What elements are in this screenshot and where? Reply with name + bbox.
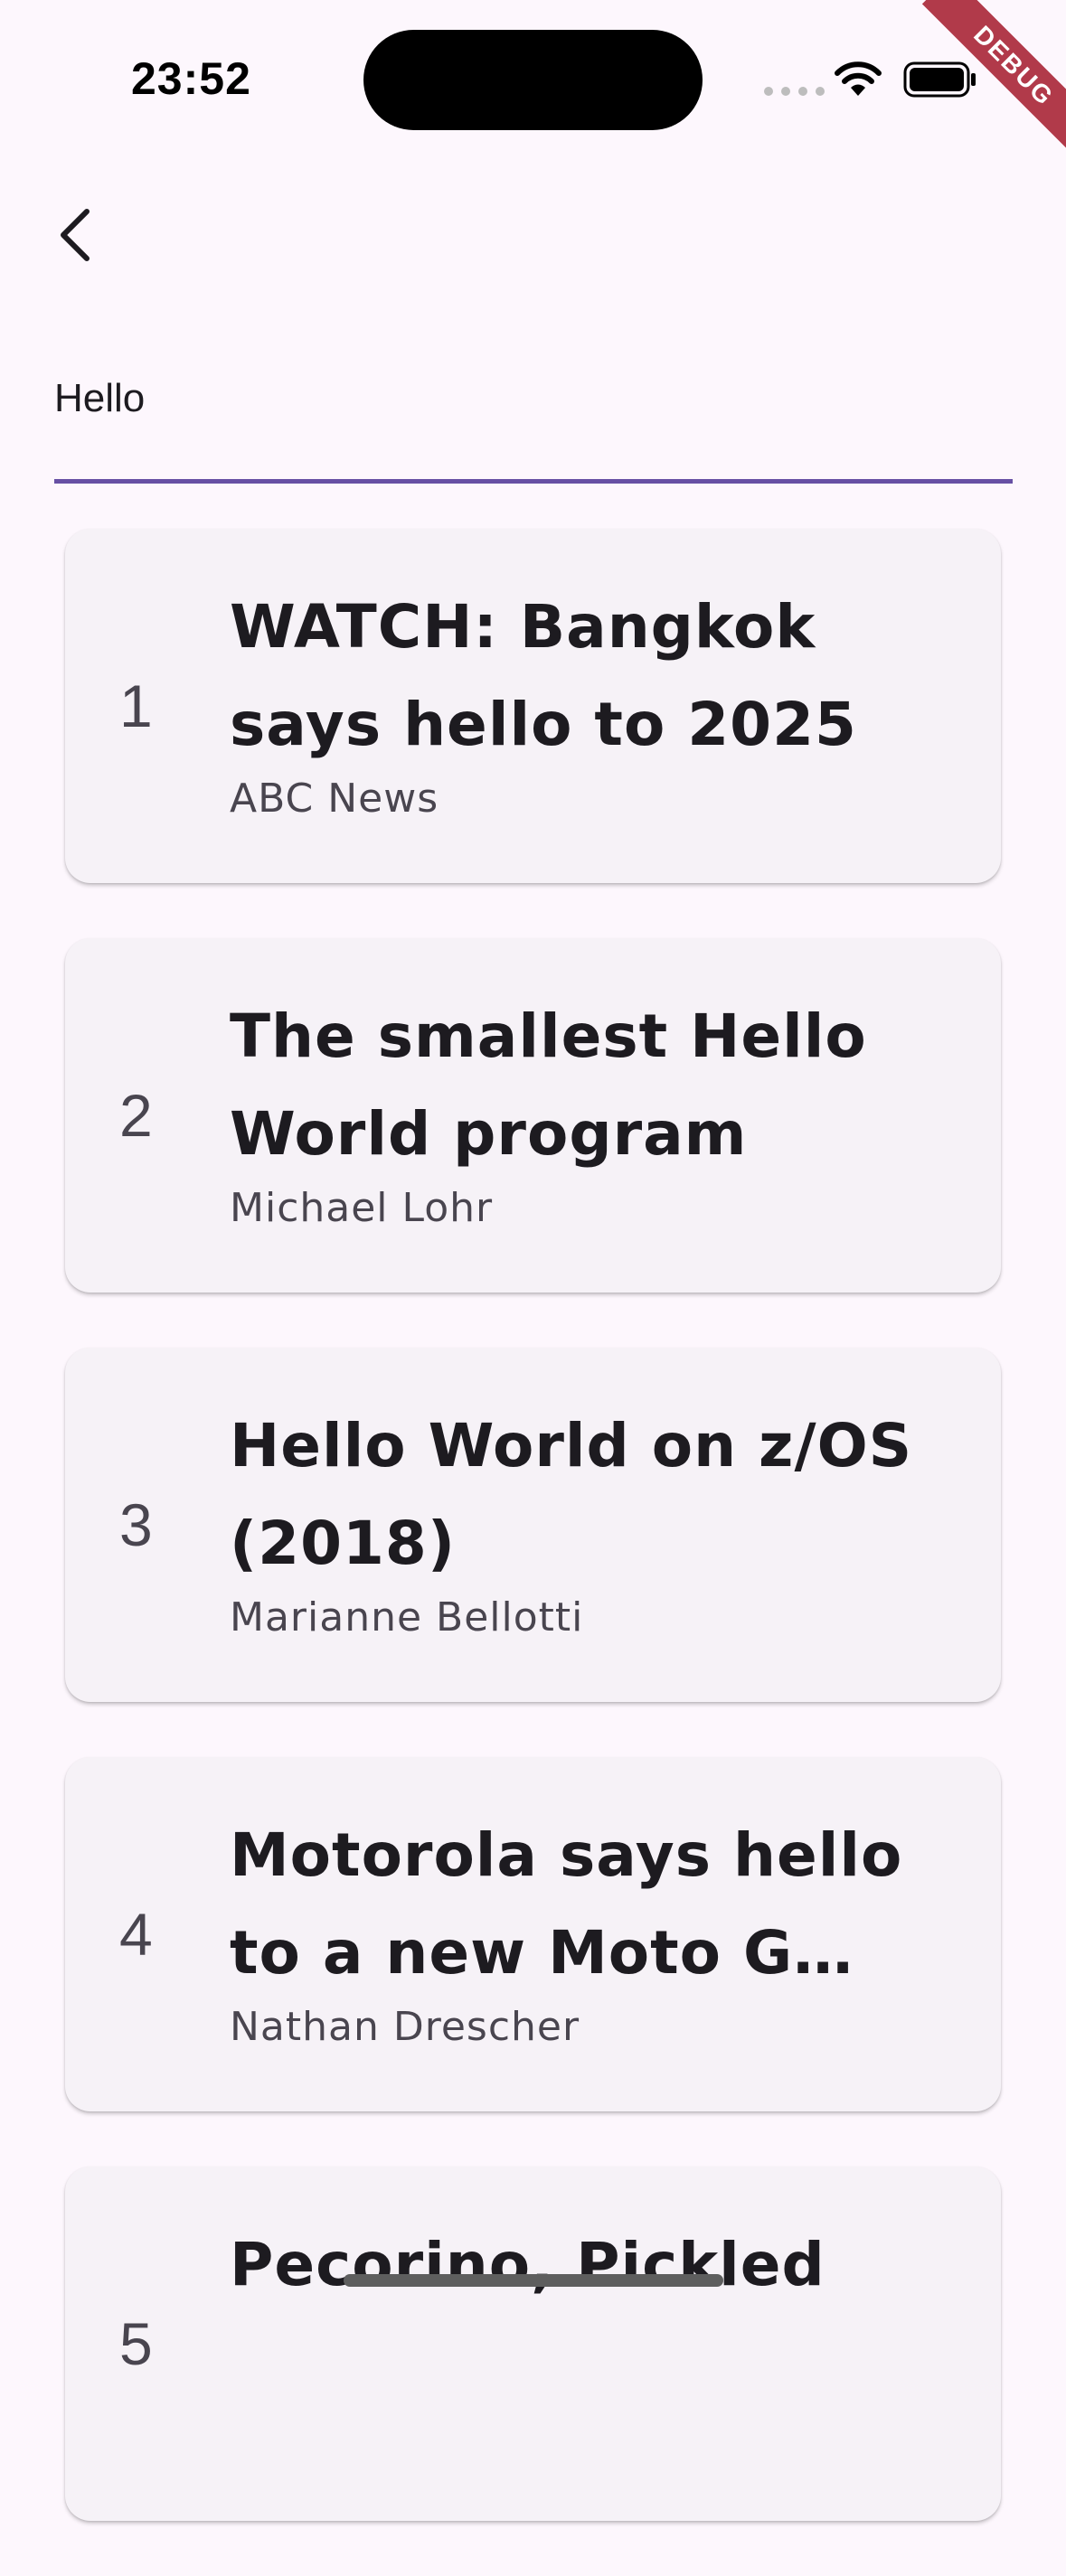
result-card[interactable]: 4 Motorola says hello to a new Moto G se…	[65, 1757, 1001, 2111]
debug-label: DEBUG	[921, 0, 1066, 158]
search-underline	[54, 479, 1013, 484]
result-rank: 4	[119, 1901, 153, 1968]
cellular-signal-icon	[764, 87, 825, 96]
result-rank: 2	[119, 1082, 153, 1149]
result-body: WATCH: Bangkok says hello to 2025 ABC Ne…	[230, 578, 953, 822]
result-body: The smallest Hello World program Michael…	[230, 988, 953, 1231]
result-title: Hello World on z/OS (2018)	[230, 1411, 913, 1578]
result-body: Pecorino, Pickled	[230, 2216, 953, 2316]
result-title: Pecorino, Pickled	[230, 2230, 825, 2299]
search-input[interactable]	[54, 357, 1013, 440]
result-rank: 1	[119, 672, 153, 739]
result-body: Hello World on z/OS (2018) Marianne Bell…	[230, 1397, 953, 1641]
search-field[interactable]	[54, 357, 1013, 484]
dynamic-island	[363, 30, 703, 130]
result-author: Marianne Bellotti	[230, 1594, 584, 1641]
home-indicator[interactable]	[344, 2274, 723, 2287]
status-time: 23:52	[131, 53, 251, 104]
debug-banner: DEBUG	[903, 0, 1066, 163]
result-title: Motorola says hello to a new Moto G seri…	[230, 1820, 903, 1988]
result-rank: 3	[119, 1491, 153, 1558]
result-card[interactable]: 2 The smallest Hello World program Micha…	[65, 938, 1001, 1293]
result-rank: 5	[119, 2310, 153, 2377]
result-author: Michael Lohr	[230, 1185, 494, 1231]
result-card[interactable]: 5 Pecorino, Pickled	[65, 2167, 1001, 2521]
wifi-icon	[835, 61, 882, 96]
chevron-left-icon	[61, 209, 90, 261]
result-author: Nathan Drescher	[230, 2004, 580, 2050]
result-card[interactable]: 1 WATCH: Bangkok says hello to 2025 ABC …	[65, 529, 1001, 883]
result-title: The smallest Hello World program	[230, 1001, 867, 1169]
result-title: WATCH: Bangkok says hello to 2025	[230, 592, 857, 759]
results-list: 1 WATCH: Bangkok says hello to 2025 ABC …	[65, 529, 1001, 2576]
result-card[interactable]: 3 Hello World on z/OS (2018) Marianne Be…	[65, 1348, 1001, 1702]
back-button[interactable]	[36, 181, 116, 289]
result-body: Motorola says hello to a new Moto G seri…	[230, 1807, 953, 2050]
result-author: ABC News	[230, 776, 439, 822]
